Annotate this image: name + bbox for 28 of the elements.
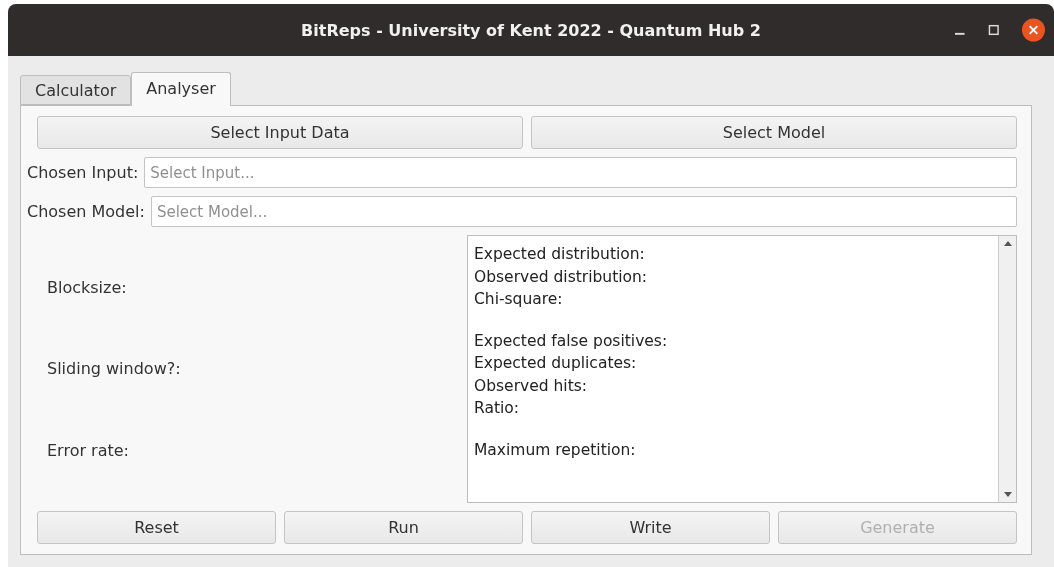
window-title: BitReps - University of Kent 2022 - Quantum Hub 2 [300, 20, 762, 40]
tab[interactable]: Calculator [20, 75, 132, 105]
result-line: Chi-square: [474, 289, 564, 310]
result-line: Expected duplicates: [474, 353, 638, 374]
action-button[interactable]: Run [284, 511, 523, 544]
select-button[interactable]: Select Model [531, 116, 1017, 149]
result-line: Maximum repetition: [474, 439, 637, 461]
result-line: Observed hits: [474, 375, 588, 397]
action-button[interactable]: Write [531, 511, 770, 544]
result-line: Expected false positives: [474, 330, 669, 352]
parameter-label: Sliding window?: [47, 359, 182, 379]
tab[interactable]: Analyser [131, 72, 231, 106]
path-field[interactable]: Select Model... [150, 196, 1017, 227]
result-line: Observed distribution: [474, 266, 649, 288]
action-button[interactable]: Reset [37, 511, 276, 544]
result-line: Expected distribution: [474, 244, 646, 265]
parameter-label: Blocksize: [47, 278, 128, 298]
scroll-down-icon[interactable] [1002, 492, 1013, 498]
select-button[interactable]: Select Input Data [37, 116, 523, 149]
scroll-up-icon[interactable] [1002, 240, 1013, 246]
result-line: Ratio: [474, 398, 521, 419]
scrollbar[interactable] [998, 236, 1016, 502]
path-field[interactable]: Select Input... [144, 157, 1017, 188]
maximize-icon[interactable] [987, 24, 1000, 36]
parameter-label: Error rate: [47, 440, 130, 460]
field-label: Chosen Model: [27, 202, 145, 221]
field-label: Chosen Input: [27, 163, 139, 182]
close-icon[interactable] [1021, 17, 1046, 43]
